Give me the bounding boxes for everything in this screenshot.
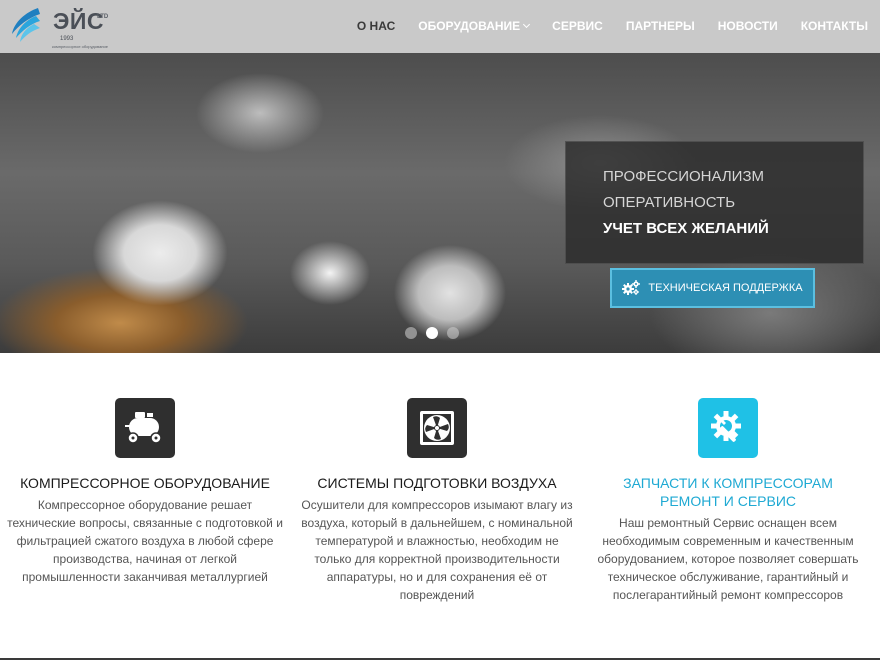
nav-equipment[interactable]: ОБОРУДОВАНИЕ bbox=[418, 19, 531, 33]
slider-dot-2[interactable] bbox=[426, 327, 438, 339]
feature-parts-service-icon-box[interactable] bbox=[698, 398, 758, 458]
hero-line-2: ОПЕРАТИВНОСТЬ bbox=[603, 194, 736, 211]
nav-news[interactable]: НОВОСТИ bbox=[718, 19, 778, 33]
slider-dots bbox=[405, 327, 459, 339]
logo-name: ЭЙС bbox=[53, 8, 105, 34]
feature-parts-service-text: Наш ремонтный Сервис оснащен всем необхо… bbox=[597, 516, 859, 602]
compressor-icon bbox=[125, 412, 162, 444]
slider-dot-3[interactable] bbox=[447, 327, 459, 339]
nav-partners[interactable]: ПАРТНЕРЫ bbox=[626, 19, 695, 33]
feature-parts-service-title[interactable]: ЗАПЧАСТИ К КОМПРЕССОРАМ РЕМОНТ И СЕРВИС bbox=[583, 474, 873, 510]
feature-parts-service-title-line-1: ЗАПЧАСТИ К КОМПРЕССОРАМ bbox=[623, 475, 833, 491]
nav-partners-label: ПАРТНЕРЫ bbox=[625, 19, 695, 33]
nav-about-label: О НАС bbox=[356, 19, 396, 33]
nav-service[interactable]: СЕРВИС bbox=[552, 19, 603, 33]
feature-compressors-title[interactable]: КОМПРЕССОРНОЕ ОБОРУДОВАНИЕ bbox=[0, 474, 290, 492]
hero-caption: ПРОФЕССИОНАЛИЗМ ОПЕРАТИВНОСТЬ УЧЕТ ВСЕХ … bbox=[565, 141, 864, 264]
logo-tagline: компрессорное оборудование bbox=[52, 44, 108, 49]
nav-service-label: СЕРВИС bbox=[552, 19, 603, 33]
hero-line-3: УЧЕТ ВСЕХ ЖЕЛАНИЙ bbox=[603, 220, 769, 237]
logo-swoosh-icon bbox=[12, 8, 40, 42]
feature-parts-service-title-line-2: РЕМОНТ И СЕРВИС bbox=[659, 493, 797, 509]
hero-line-1: ПРОФЕССИОНАЛИЗМ bbox=[603, 168, 764, 185]
chevron-down-icon bbox=[523, 20, 531, 29]
logo[interactable]: ЭЙС LTD 1993 компрессорное оборудование bbox=[8, 4, 109, 49]
gears-icon bbox=[622, 280, 641, 295]
slider-dot-1[interactable] bbox=[405, 327, 417, 339]
hero-slider: ПРОФЕССИОНАЛИЗМ ОПЕРАТИВНОСТЬ УЧЕТ ВСЕХ … bbox=[0, 53, 880, 353]
feature-compressors-icon-box[interactable] bbox=[115, 398, 175, 458]
nav-contacts-label: КОНТАКТЫ bbox=[800, 19, 868, 33]
feature-compressors: КОМПРЕССОРНОЕ ОБОРУДОВАНИЕ Компрессорное… bbox=[0, 398, 290, 586]
nav-about[interactable]: О НАС bbox=[357, 19, 395, 33]
feature-air-systems: СИСТЕМЫ ПОДГОТОВКИ ВОЗДУХА Осушители для… bbox=[292, 398, 582, 604]
nav-contacts[interactable]: КОНТАКТЫ bbox=[801, 19, 868, 33]
service-gear-wrench-icon bbox=[711, 411, 741, 442]
feature-parts-service: ЗАПЧАСТИ К КОМПРЕССОРАМ РЕМОНТ И СЕРВИС … bbox=[583, 398, 873, 604]
site-header: ЭЙС LTD 1993 компрессорное оборудование … bbox=[0, 0, 880, 53]
fan-icon bbox=[420, 411, 454, 445]
main-nav: О НАС ОБОРУДОВАНИЕ СЕРВИС ПАРТНЕРЫ НОВОС… bbox=[334, 19, 868, 33]
nav-equipment-label: ОБОРУДОВАНИЕ bbox=[418, 19, 521, 33]
feature-compressors-text: Компрессорное оборудование решает технич… bbox=[7, 498, 283, 584]
logo-suffix: LTD bbox=[97, 14, 109, 20]
feature-air-systems-text: Осушители для компрессоров изымают влагу… bbox=[301, 498, 573, 602]
feature-air-systems-icon-box[interactable] bbox=[407, 398, 467, 458]
feature-air-systems-title[interactable]: СИСТЕМЫ ПОДГОТОВКИ ВОЗДУХА bbox=[292, 474, 582, 492]
tech-support-button[interactable]: ТЕХНИЧЕСКАЯ ПОДДЕРЖКА bbox=[610, 268, 815, 308]
logo-year: 1993 bbox=[60, 36, 74, 42]
nav-news-label: НОВОСТИ bbox=[717, 19, 778, 33]
tech-support-label: ТЕХНИЧЕСКАЯ ПОДДЕРЖКА bbox=[648, 282, 803, 294]
